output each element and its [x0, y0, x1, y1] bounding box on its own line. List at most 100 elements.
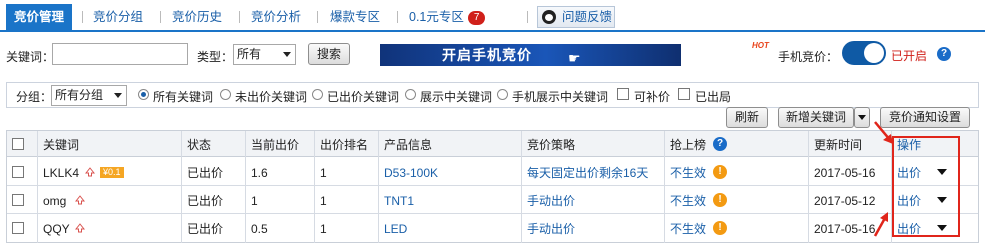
help-icon[interactable]: ?	[713, 137, 727, 151]
row-checkbox[interactable]	[12, 194, 24, 206]
tab-bid-groups[interactable]: 竞价分组	[93, 6, 143, 28]
banner-text: 开启手机竞价	[442, 47, 532, 63]
rank-cell: 1	[320, 222, 327, 236]
tab-hot-items[interactable]: 爆款专区	[330, 6, 380, 28]
strategy-link[interactable]: 每天固定出价剩余16天	[527, 166, 648, 180]
mobile-bid-status: 已开启	[891, 49, 928, 63]
table-row: omg 已出价 1 1 TNT1 手动出价 不生效 ! 2017-05-12 出…	[7, 186, 978, 214]
nav-divider	[82, 11, 83, 23]
add-keyword-button[interactable]: 新增关键词	[778, 107, 854, 128]
status-cell: 已出价	[187, 194, 224, 208]
tab-low-price-zone[interactable]: 0.1元专区 7	[409, 6, 486, 28]
nav-divider	[397, 11, 398, 23]
nav-divider	[239, 11, 240, 23]
group-label: 分组：	[16, 90, 53, 104]
strategy-link[interactable]: 手动出价	[527, 194, 575, 208]
help-icon[interactable]: ?	[937, 47, 951, 61]
nav-divider	[160, 11, 161, 23]
column-divider	[245, 131, 246, 243]
radio-label: 展示中关键词	[420, 90, 493, 104]
qq-icon	[542, 10, 556, 24]
search-button[interactable]: 搜索	[308, 43, 350, 65]
keyword-table: 关键词 状态 当前出价 出价排名 产品信息 竞价策略 抢上榜 ? 更新时间 操作…	[6, 130, 979, 243]
tab-bid-history[interactable]: 竞价历史	[172, 6, 222, 28]
hot-label: HOT	[752, 41, 769, 50]
feedback-button[interactable]: 问题反馈	[537, 6, 615, 28]
radio-label: 未出价关键词	[235, 90, 308, 104]
warning-icon: !	[713, 221, 727, 235]
rush-status[interactable]: 不生效	[670, 166, 706, 180]
count-badge: 7	[467, 11, 486, 25]
col-rank: 出价排名	[320, 138, 369, 152]
mobile-bid-toggle[interactable]	[842, 41, 886, 65]
arrow-up-icon	[85, 167, 95, 177]
column-divider	[181, 131, 182, 243]
nav-divider	[527, 11, 528, 23]
mobile-bid-banner[interactable]: 开启手机竞价 ☛	[380, 44, 681, 66]
warning-icon: !	[713, 193, 727, 207]
radio-mobile-showing-keywords[interactable]	[497, 89, 508, 100]
col-product: 产品信息	[384, 138, 433, 152]
refresh-button[interactable]: 刷新	[726, 107, 768, 128]
arrow-up-icon	[75, 223, 85, 233]
arrowhead-icon	[883, 134, 893, 144]
radio-unbid-keywords[interactable]	[220, 89, 231, 100]
column-divider	[37, 131, 38, 243]
select-all-checkbox[interactable]	[12, 138, 24, 150]
toggle-knob	[864, 43, 884, 63]
warning-icon: !	[713, 165, 727, 179]
column-divider	[521, 131, 522, 243]
arrow-line	[873, 217, 887, 237]
product-link[interactable]: LED	[384, 222, 407, 236]
row-checkbox[interactable]	[12, 222, 24, 234]
top-nav: 竞价管理 竞价分组 竞价历史 竞价分析 爆款专区 0.1元专区 7 问题反馈	[0, 0, 985, 32]
type-select[interactable]: 所有	[233, 44, 296, 65]
col-updated: 更新时间	[814, 138, 863, 152]
table-header: 关键词 状态 当前出价 出价排名 产品信息 竞价策略 抢上榜 ? 更新时间 操作	[7, 131, 978, 157]
product-link[interactable]: TNT1	[384, 194, 414, 208]
tab-low-price-label: 0.1元专区	[409, 10, 464, 24]
col-status: 状态	[187, 138, 212, 152]
radio-bid-keywords[interactable]	[312, 89, 323, 100]
checkbox-can-add-bid[interactable]	[617, 88, 629, 100]
chevron-down-icon	[283, 52, 291, 57]
keyword-label: 关键词：	[6, 50, 55, 64]
pointing-hand-icon: ☛	[568, 50, 582, 66]
checkbox-label: 已出局	[695, 90, 732, 104]
keyword-input[interactable]	[52, 43, 188, 65]
keyword-cell: QQY	[43, 222, 70, 236]
type-label: 类型：	[197, 50, 234, 64]
col-strategy: 竞价策略	[527, 138, 576, 152]
checkbox-out[interactable]	[678, 88, 690, 100]
bid-cell: 0.5	[251, 222, 268, 236]
radio-label: 已出价关键词	[327, 90, 400, 104]
rush-status[interactable]: 不生效	[670, 194, 706, 208]
radio-showing-keywords[interactable]	[405, 89, 416, 100]
arrow-up-icon	[75, 195, 85, 205]
radio-label: 所有关键词	[153, 90, 214, 104]
product-link[interactable]: D53-100K	[384, 166, 438, 180]
checkbox-label: 可补价	[634, 90, 671, 104]
nav-divider	[317, 11, 318, 23]
tab-bid-management[interactable]: 竞价管理	[6, 4, 73, 30]
status-cell: 已出价	[187, 222, 224, 236]
col-keyword: 关键词	[43, 138, 80, 152]
table-row: QQY 已出价 0.5 1 LED 手动出价 不生效 ! 2017-05-16 …	[7, 214, 978, 242]
mobile-bid-label: 手机竞价：	[778, 50, 839, 64]
chevron-down-icon	[114, 93, 122, 98]
strategy-link[interactable]: 手动出价	[527, 222, 575, 236]
tab-bid-analysis[interactable]: 竞价分析	[251, 6, 301, 28]
bid-cell: 1.6	[251, 166, 268, 180]
keyword-cell: omg	[43, 194, 67, 208]
col-bid: 当前出价	[251, 138, 300, 152]
feedback-label: 问题反馈	[562, 10, 613, 24]
column-divider	[314, 131, 315, 243]
filter-bar: 分组： 所有分组 所有关键词 未出价关键词 已出价关键词 展示中关键词 手机展示…	[6, 82, 979, 108]
radio-all-keywords[interactable]	[138, 89, 149, 100]
group-select[interactable]: 所有分组	[51, 85, 127, 106]
row-checkbox[interactable]	[12, 166, 24, 178]
price-tag: ¥0.1	[100, 167, 124, 178]
annotation-arrows	[873, 121, 893, 237]
rush-status[interactable]: 不生效	[670, 222, 706, 236]
radio-label: 手机展示中关键词	[512, 90, 609, 104]
